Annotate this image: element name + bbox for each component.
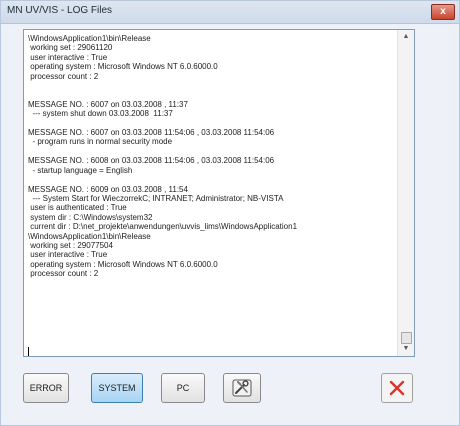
title-bar[interactable]: MN UV/VIS - LOG Files x xyxy=(1,1,459,24)
log-line: working set : 29077504 xyxy=(28,240,113,250)
error-button[interactable]: ERROR xyxy=(23,373,69,403)
log-line: processor count : 2 xyxy=(28,71,99,81)
log-textbox[interactable]: \WindowsApplication1\bin\Release working… xyxy=(23,29,415,357)
window-title: MN UV/VIS - LOG Files xyxy=(7,5,113,16)
log-line: MESSAGE NO. : 6007 on 03.03.2008 , 11:37 xyxy=(28,99,188,109)
log-line: - program runs in normal security mode xyxy=(28,137,173,147)
log-line: \WindowsApplication1\bin\Release xyxy=(28,34,151,43)
system-button[interactable]: SYSTEM xyxy=(91,373,143,403)
text-caret xyxy=(28,347,29,356)
log-line: MESSAGE NO. : 6009 on 03.03.2008 , 11:54 xyxy=(28,184,188,194)
log-line: operating system : Microsoft Windows NT … xyxy=(28,259,218,269)
log-line: user interactive : True xyxy=(28,52,108,62)
log-line: current dir : D:\net_projekte\anwendunge… xyxy=(28,222,298,232)
log-line: processor count : 2 xyxy=(28,269,99,279)
log-line: \WindowsApplication1\bin\Release xyxy=(28,231,151,241)
tools-button[interactable] xyxy=(223,373,261,403)
settings-tools-icon xyxy=(232,379,252,397)
log-line: user is authenticated : True xyxy=(28,203,127,213)
log-line: --- System Start for WieczorrekC; INTRAN… xyxy=(28,193,284,203)
log-line: MESSAGE NO. : 6008 on 03.03.2008 11:54:0… xyxy=(28,156,275,166)
log-line: system dir : C:\Windows\system32 xyxy=(28,212,153,222)
log-line: working set : 29061120 xyxy=(28,43,113,53)
log-line: - startup language = English xyxy=(28,165,133,175)
log-files-window: MN UV/VIS - LOG Files x \WindowsApplicat… xyxy=(0,0,460,426)
client-area: \WindowsApplication1\bin\Release working… xyxy=(9,27,451,419)
vertical-scrollbar[interactable]: ▲ ▼ xyxy=(397,30,414,356)
window-close-button[interactable]: x xyxy=(431,4,455,20)
pc-button[interactable]: PC xyxy=(161,373,205,403)
log-line: --- system shut down 03.03.2008 11:37 xyxy=(28,109,173,119)
log-line: user interactive : True xyxy=(28,250,108,260)
log-line: operating system : Microsoft Windows NT … xyxy=(28,62,218,72)
log-line: MESSAGE NO. : 6007 on 03.03.2008 11:54:0… xyxy=(28,128,275,138)
scroll-down-arrow-icon[interactable]: ▼ xyxy=(398,342,414,356)
scroll-up-arrow-icon[interactable]: ▲ xyxy=(398,30,414,44)
close-x-icon xyxy=(389,380,405,396)
log-content: \WindowsApplication1\bin\Release working… xyxy=(28,34,396,352)
close-log-button[interactable] xyxy=(381,373,413,403)
